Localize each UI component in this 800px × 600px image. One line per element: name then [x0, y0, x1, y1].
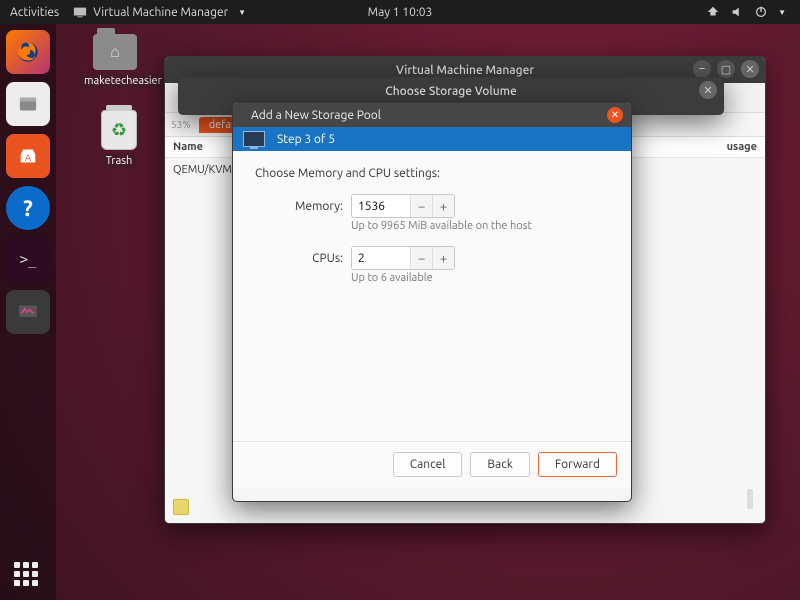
vmm-status-indicator: [173, 499, 189, 515]
cpu-label: CPUs:: [255, 252, 343, 265]
cancel-button[interactable]: Cancel: [393, 452, 463, 477]
dock-terminal[interactable]: >_: [6, 238, 50, 282]
files-icon: [15, 91, 41, 117]
system-menu-chevron-icon[interactable]: ▼: [778, 8, 786, 17]
cpu-hint: Up to 6 available: [351, 272, 609, 284]
dock-firefox[interactable]: [6, 30, 50, 74]
apps-grid-icon: [14, 562, 42, 590]
power-icon[interactable]: [754, 5, 768, 19]
activities-button[interactable]: Activities: [10, 6, 59, 19]
desktop-home-label: maketecheasier: [80, 74, 166, 88]
vmm-close-button[interactable]: ✕: [741, 60, 759, 78]
app-indicator-label: Virtual Machine Manager: [93, 6, 228, 19]
dock-software[interactable]: A: [6, 134, 50, 178]
top-panel: Activities Virtual Machine Manager May 1…: [0, 0, 800, 24]
wizard-titlebar[interactable]: Add a New Storage Pool ✕: [233, 103, 631, 127]
vmm-icon: [15, 299, 41, 325]
clock[interactable]: May 1 10:03: [368, 6, 433, 19]
cpu-spinner: − +: [351, 246, 455, 270]
dock-show-apps[interactable]: [0, 562, 56, 590]
firefox-icon: [15, 39, 41, 65]
dock-files[interactable]: [6, 82, 50, 126]
volume-icon[interactable]: [730, 5, 744, 19]
cpu-decrement[interactable]: −: [410, 247, 432, 269]
terminal-icon: >_: [20, 252, 37, 268]
vmm-minimize-button[interactable]: –: [693, 60, 711, 78]
forward-button[interactable]: Forward: [538, 452, 617, 477]
storage-volume-title: Choose Storage Volume: [385, 85, 516, 98]
svg-text:A: A: [25, 152, 32, 163]
vmm-scroll-thumb[interactable]: [747, 489, 753, 509]
vmm-col-usage: usage: [613, 141, 757, 153]
cpu-increment[interactable]: +: [432, 247, 454, 269]
help-icon: ?: [23, 196, 33, 221]
wizard-close-button[interactable]: ✕: [607, 107, 623, 123]
back-button[interactable]: Back: [470, 452, 529, 477]
vmm-title: Virtual Machine Manager: [396, 64, 534, 77]
wizard-step-strip: Step 3 of 5: [233, 127, 631, 151]
monitor-icon: [243, 131, 265, 147]
memory-decrement[interactable]: −: [410, 195, 432, 217]
network-icon[interactable]: [706, 5, 720, 19]
memory-increment[interactable]: +: [432, 195, 454, 217]
dock-vmm[interactable]: [6, 290, 50, 334]
wizard-title: Add a New Storage Pool: [251, 109, 381, 122]
app-indicator[interactable]: Virtual Machine Manager: [73, 5, 246, 19]
memory-spinner: − +: [351, 194, 455, 218]
vmm-indicator-icon: [73, 5, 87, 19]
desktop-home-folder[interactable]: ⌂ maketecheasier: [80, 34, 150, 88]
wizard-heading: Choose Memory and CPU settings:: [255, 167, 609, 180]
cpu-input[interactable]: [352, 247, 410, 269]
software-icon: A: [15, 143, 41, 169]
memory-hint: Up to 9965 MiB available on the host: [351, 220, 609, 232]
storage-volume-titlebar[interactable]: Choose Storage Volume ✕: [179, 78, 723, 104]
wizard-step-label: Step 3 of 5: [277, 133, 335, 146]
dock-help[interactable]: ?: [6, 186, 50, 230]
memory-input[interactable]: [352, 195, 410, 217]
dock: A ? >_: [0, 24, 56, 600]
storage-volume-close-button[interactable]: ✕: [699, 81, 717, 99]
desktop-trash[interactable]: ♻ Trash: [84, 110, 154, 168]
desktop-trash-label: Trash: [102, 154, 137, 168]
wizard-footer: Cancel Back Forward: [233, 441, 631, 487]
vmm-maximize-button[interactable]: ▢: [717, 60, 735, 78]
vmm-storage-pct: 53%: [171, 119, 191, 130]
folder-icon: ⌂: [93, 34, 137, 70]
trash-icon: ♻: [101, 110, 137, 150]
new-vm-wizard-window[interactable]: Add a New Storage Pool ✕ Step 3 of 5 Cho…: [232, 102, 632, 502]
memory-label: Memory:: [255, 200, 343, 213]
wizard-content: Choose Memory and CPU settings: Memory: …: [233, 151, 631, 441]
